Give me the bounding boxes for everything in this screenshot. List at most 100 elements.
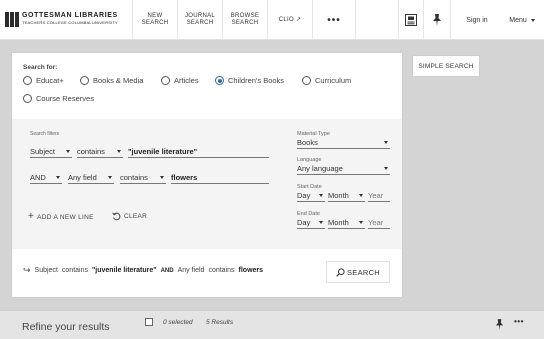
chevron-down-icon [56,176,60,179]
menu-label: Menu [509,16,527,24]
query-summary: ↪ Subject contains "juvenile literature"… [23,265,267,276]
logo-mark-icon [5,12,19,27]
start-month-select[interactable]: Month [328,190,365,202]
start-year-input[interactable]: Year [368,190,390,202]
undo-icon [112,212,121,221]
radio-books-media-label: Books & Media [93,76,144,85]
chevron-down-icon [530,18,535,22]
summary-val1: "juvenile literature" [91,267,157,274]
row1-operator-select[interactable]: contains [77,146,123,158]
search-button-label: SEARCH [346,267,381,277]
nav-clio-label: CLIO ↗ [278,16,302,23]
radio-articles-label: Articles [174,76,199,85]
pin-icon[interactable] [495,317,504,335]
radio-button-icon [23,76,32,85]
row2-boolean-select[interactable]: AND [30,172,62,184]
search-panel: Search for: Educat+ Books & Media Articl… [12,53,402,297]
radio-course-reserves-label: Course Reserves [36,94,94,103]
select-all-checkbox[interactable] [145,318,153,326]
row2-field-value: Any field [68,173,97,182]
end-year-input[interactable]: Year [368,217,390,229]
summary-bool: AND [160,267,174,274]
results-bar: Refine your results 0 selected 5 Results… [0,310,544,339]
refine-results-heading: Refine your results [22,321,110,333]
row2-operator-value: contains [120,173,148,182]
clear-button[interactable]: CLEAR [112,212,147,221]
summary-op1: contains [61,267,88,274]
logo-title: GOTTESMAN LIBRARIES [22,12,118,19]
start-day-select[interactable]: Day [297,190,325,202]
row2-operator-select[interactable]: contains [120,172,166,184]
more-options-icon[interactable]: ••• [514,317,524,326]
chevron-down-icon [160,176,164,179]
end-day-select[interactable]: Day [297,217,325,229]
radio-curriculum-label: Curriculum [315,76,352,85]
radio-selected-icon [215,76,224,85]
search-button[interactable]: SEARCH [326,261,390,283]
nav-new-search[interactable]: NEW SEARCH [132,0,177,40]
chevron-down-icon [319,194,323,197]
header-divider [450,0,451,40]
radio-childrens-books[interactable]: Children's Books [215,76,284,85]
end-month-value: Month [328,218,349,227]
radio-educat-label: Educat+ [36,76,64,85]
radio-button-icon [302,76,311,85]
row1-operator-value: contains [77,147,105,156]
top-header: GOTTESMAN LIBRARIES TEACHERS COLLEGE COL… [0,0,544,40]
search-filters-label: Search filters [30,131,60,137]
radio-books-media[interactable]: Books & Media [80,76,143,85]
chevron-down-icon [359,194,363,197]
summary-field2: Any field [177,267,205,274]
material-type-select[interactable]: Books [297,137,390,149]
nav-new-search-label: NEW SEARCH [141,13,169,26]
row2-query-input[interactable]: flowers [171,172,269,184]
add-new-line-button[interactable]: + ADD A NEW LINE [28,211,94,222]
radio-childrens-books-label: Children's Books [228,76,285,85]
nav-browse-search[interactable]: BROWSE SEARCH [222,0,267,40]
chevron-down-icon [359,221,363,224]
nav-clio[interactable]: CLIO ↗ [267,0,312,40]
chevron-down-icon [66,150,70,153]
end-month-select[interactable]: Month [328,217,365,229]
menu-button[interactable]: Menu [503,0,541,40]
pin-icon[interactable] [424,0,450,40]
radio-course-reserves[interactable]: Course Reserves [23,94,94,103]
end-day-value: Day [297,218,311,227]
nav-journal-search-label: JOURNAL SEARCH [184,13,216,26]
chevron-down-icon [319,221,323,224]
row1-field-value: Subject [30,147,56,156]
nav-browse-search-label: BROWSE SEARCH [230,13,260,26]
row2-boolean-value: AND [30,173,46,182]
language-value: Any language [297,164,343,173]
library-card-icon[interactable] [399,0,423,40]
language-select[interactable]: Any language [297,163,390,175]
search-icon [336,267,345,277]
radio-button-icon [80,76,89,85]
sign-in-link[interactable]: Sign in [453,0,501,40]
selected-count: 0 selected [163,319,193,326]
simple-search-button[interactable]: SIMPLE SEARCH [413,56,479,76]
logo-subtitle: TEACHERS COLLEGE COLUMBIA UNIVERSITY [22,20,118,25]
plus-icon: + [28,211,35,222]
radio-educat[interactable]: Educat+ [23,76,64,85]
row2-field-select[interactable]: Any field [68,172,114,184]
row1-query-input[interactable]: "juvenile literature" [128,146,269,158]
material-type-value: Books [297,138,318,147]
results-count: 5 Results [206,319,234,326]
more-options-icon[interactable]: ••• [312,0,356,40]
radio-curriculum[interactable]: Curriculum [302,76,351,85]
radio-button-icon [161,76,170,85]
summary-op2: contains [208,267,235,274]
library-logo[interactable]: GOTTESMAN LIBRARIES TEACHERS COLLEGE COL… [5,12,118,27]
add-new-line-label: ADD A NEW LINE [37,213,94,221]
radio-button-icon [23,94,32,103]
summary-val2: flowers [238,267,264,274]
nav-journal-search[interactable]: JOURNAL SEARCH [177,0,222,40]
start-day-value: Day [297,191,311,200]
clear-label: CLEAR [124,213,148,220]
row1-field-select[interactable]: Subject [30,146,72,158]
radio-articles[interactable]: Articles [161,76,199,85]
main-nav: NEW SEARCH JOURNAL SEARCH BROWSE SEARCH … [132,0,356,40]
chevron-down-icon [384,141,388,144]
chevron-down-icon [384,167,388,170]
